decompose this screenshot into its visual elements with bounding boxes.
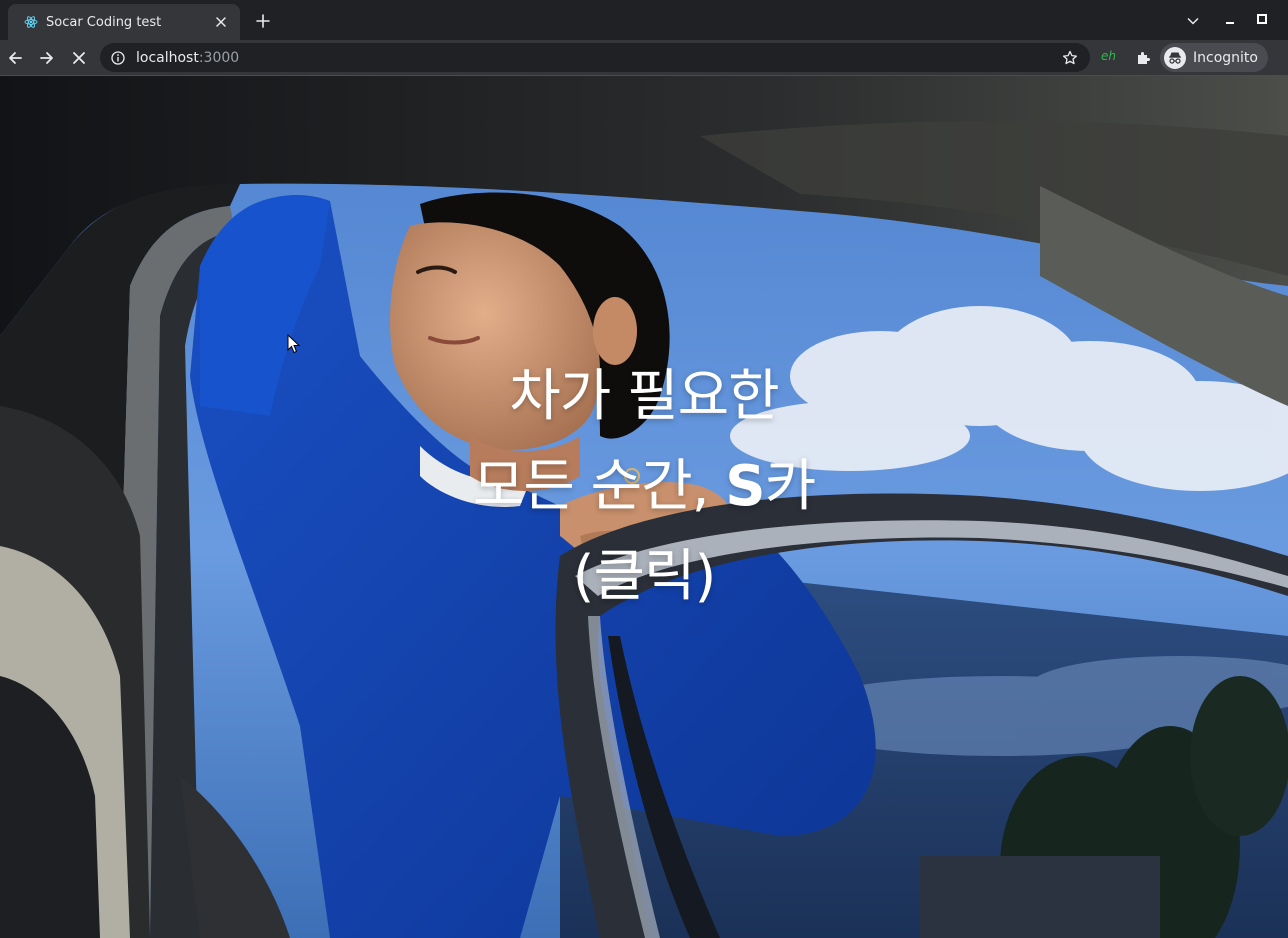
- tab-title: Socar Coding test: [46, 14, 162, 30]
- new-tab-plus-icon[interactable]: [252, 10, 274, 32]
- star-icon[interactable]: [1060, 48, 1080, 68]
- puzzle-icon[interactable]: [1130, 45, 1156, 71]
- hero-line-2-prefix: 모든 순간,: [472, 454, 726, 519]
- page-viewport: 차가 필요한 모든 순간, S카 (클릭): [0, 76, 1288, 938]
- hero-line-1: 차가 필요한: [509, 364, 779, 429]
- react-icon: [24, 15, 38, 29]
- close-tab-icon[interactable]: [212, 13, 230, 31]
- mouse-cursor-icon: [287, 334, 301, 354]
- hero-line-2: 모든 순간, S카: [472, 442, 817, 532]
- incognito-label: Incognito: [1193, 49, 1258, 66]
- browser-window: Socar Coding test localhost:3000 eh Inc…: [0, 0, 1288, 938]
- hero-line-3-click-hint: (클릭): [572, 544, 717, 609]
- close-icon[interactable]: [66, 45, 92, 71]
- tab-strip: Socar Coding test: [0, 0, 1288, 40]
- incognito-icon: [1164, 46, 1186, 69]
- url-host: localhost: [136, 49, 199, 66]
- hero-line-2-suffix: 카: [764, 454, 817, 519]
- tab-socar[interactable]: Socar Coding test: [8, 4, 240, 40]
- info-icon[interactable]: [110, 50, 126, 66]
- tab-search-chevron-icon[interactable]: [1182, 10, 1204, 32]
- minimize-icon[interactable]: [1217, 6, 1243, 32]
- toolbar: localhost :3000 eh Incognito: [0, 40, 1288, 76]
- arrow-left-icon[interactable]: [2, 45, 28, 71]
- address-bar[interactable]: localhost :3000: [100, 43, 1090, 72]
- window-close-icon[interactable]: [1262, 6, 1288, 32]
- hero-headline-link[interactable]: 차가 필요한 모든 순간, S카 (클릭): [472, 352, 817, 622]
- extension-eh[interactable]: eh: [1101, 49, 1116, 63]
- url-port: :3000: [198, 49, 240, 66]
- incognito-profile-button[interactable]: Incognito: [1160, 43, 1268, 72]
- hero-line-2-brand-s: S: [725, 454, 765, 519]
- arrow-right-icon[interactable]: [34, 45, 60, 71]
